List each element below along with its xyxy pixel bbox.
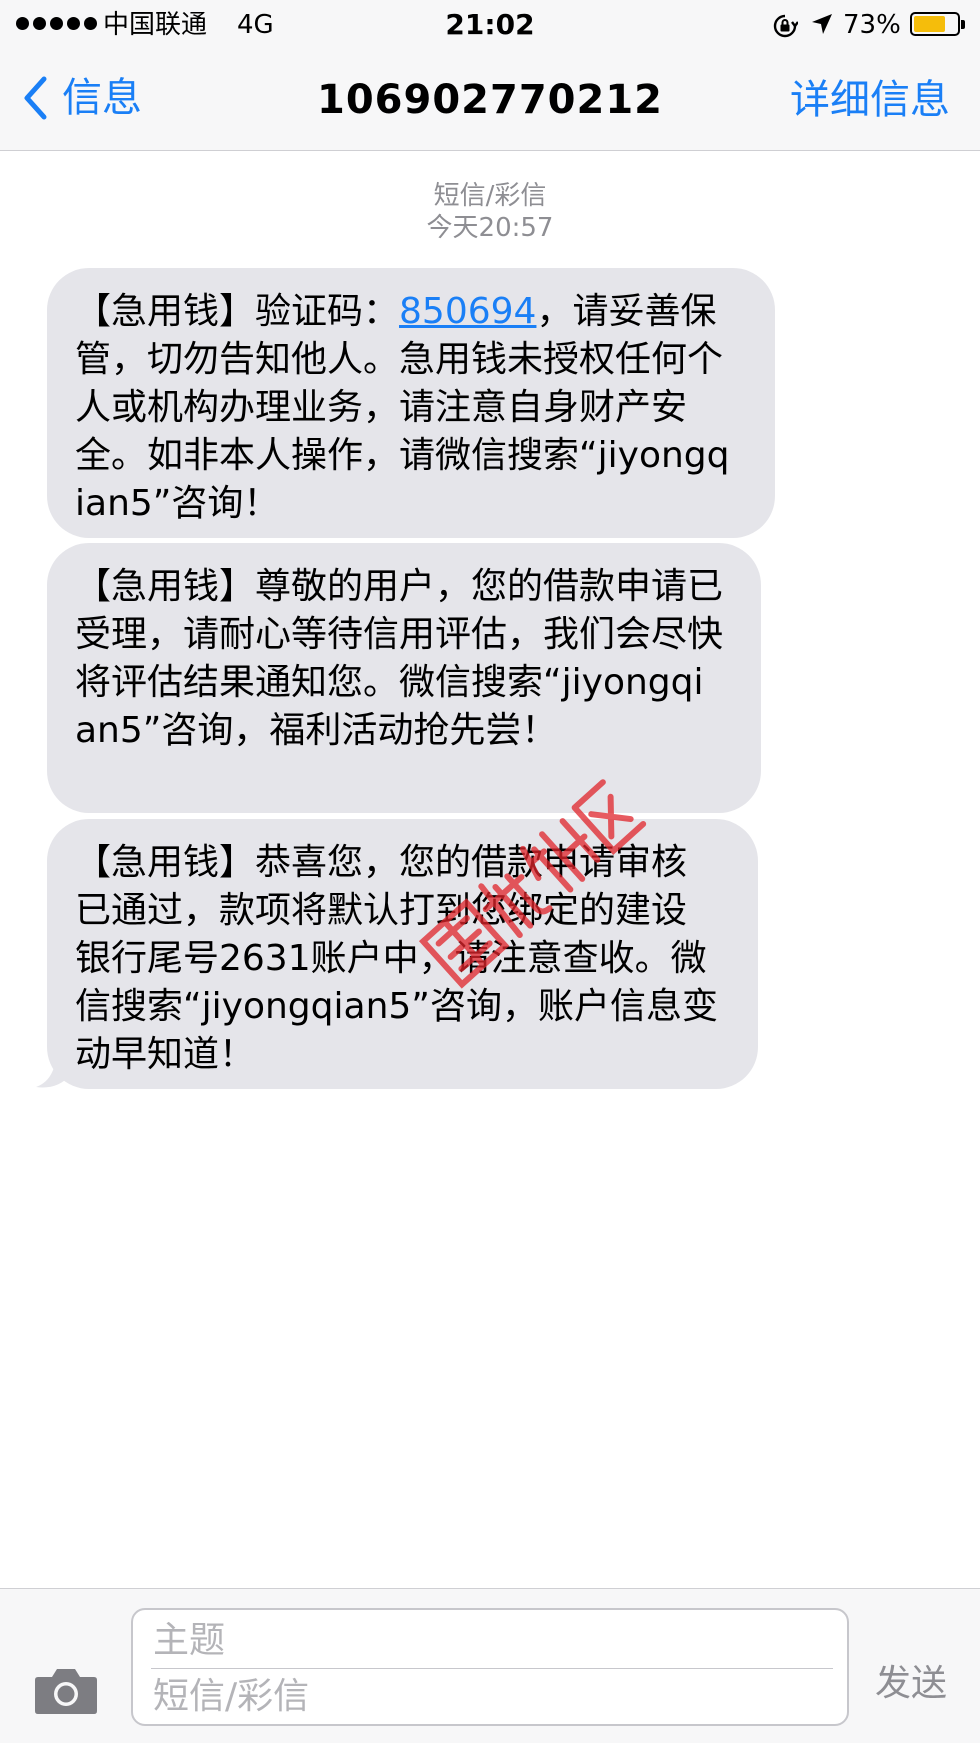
status-bar: 中国联通 4G 21:02 73% <box>0 0 980 50</box>
message-text: 【急用钱】验证码： <box>75 291 400 332</box>
verification-code-link[interactable]: 850694 <box>399 291 536 332</box>
thread-meta: 短信/彩信 今天20:57 <box>0 180 980 244</box>
message-bubble[interactable]: 【急用钱】恭喜您，您的借款申请审核已通过，款项将默认打到您绑定的建设银行尾号26… <box>47 819 758 1089</box>
messages-screen: 中国联通 4G 21:02 73% 信息 106902770212 详细信息 短… <box>0 0 980 1743</box>
camera-icon[interactable] <box>34 1665 98 1715</box>
message-timestamp: 今天20:57 <box>426 213 554 243</box>
message-input[interactable] <box>151 1670 835 1722</box>
send-button[interactable]: 发送 <box>875 1649 947 1719</box>
location-arrow-icon <box>812 14 832 34</box>
rotation-lock-icon <box>773 14 798 38</box>
message-input-box <box>131 1608 849 1726</box>
input-divider <box>151 1668 833 1669</box>
message-bubble[interactable]: 【急用钱】验证码：850694，请妥善保管，切勿告知他人。急用钱未授权任何个人或… <box>47 268 775 538</box>
message-bubble[interactable]: 【急用钱】尊敬的用户，您的借款申请已受理，请耐心等待信用评估，我们会尽快将评估结… <box>47 543 761 813</box>
battery-percent: 73% <box>843 10 901 40</box>
nav-bar: 信息 106902770212 详细信息 <box>0 50 980 150</box>
battery-fill <box>914 16 945 32</box>
bubble-tail <box>36 1053 70 1088</box>
subject-input[interactable] <box>151 1614 835 1666</box>
header: 中国联通 4G 21:02 73% 信息 106902770212 详细信息 <box>0 0 980 151</box>
message-text: 【急用钱】恭喜您，您的借款申请审核已通过，款项将默认打到您绑定的建设银行尾号26… <box>75 842 718 1075</box>
message-type-label: 短信/彩信 <box>433 181 547 211</box>
details-button[interactable]: 详细信息 <box>790 74 950 126</box>
battery-icon <box>910 12 965 36</box>
message-text: 【急用钱】尊敬的用户，您的借款申请已受理，请耐心等待信用评估，我们会尽快将评估结… <box>75 566 724 751</box>
composer-bar: 发送 <box>0 1588 980 1743</box>
